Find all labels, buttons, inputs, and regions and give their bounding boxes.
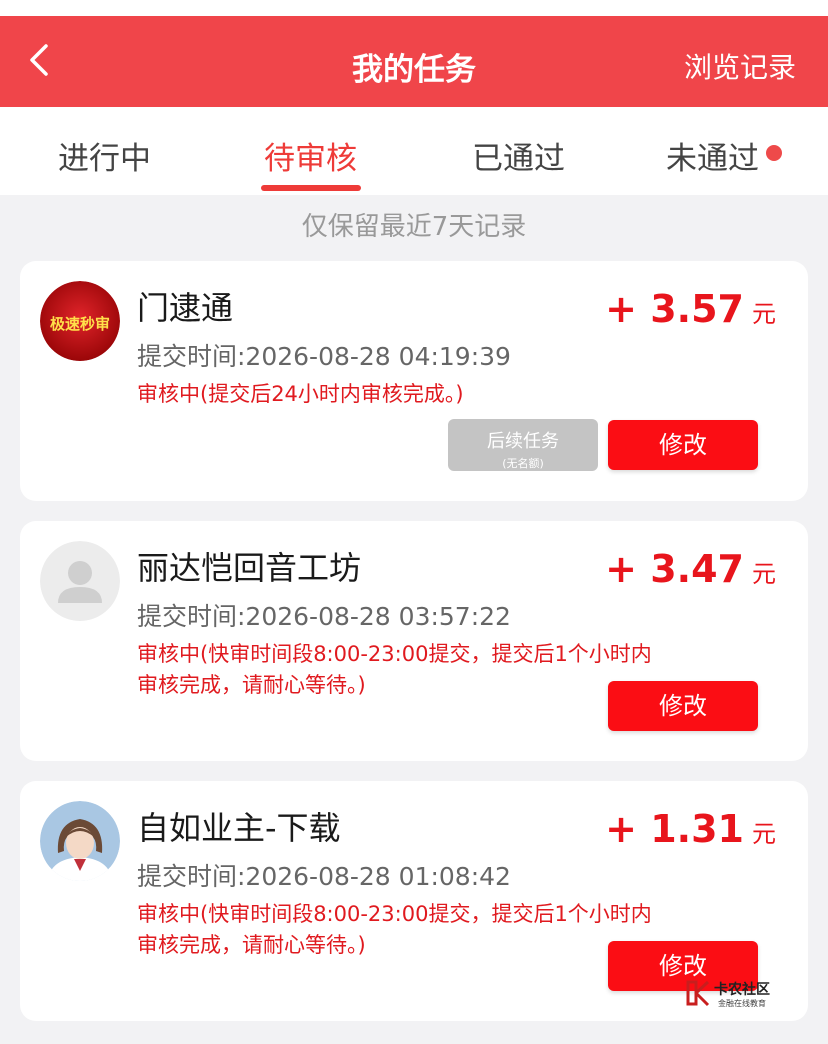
task-name: 丽达恺回音工坊 bbox=[137, 549, 362, 587]
watermark-logo: 卡农社区 金融在线教育 bbox=[686, 978, 786, 1012]
user-photo-avatar-icon bbox=[40, 801, 120, 881]
review-status: 审核中(提交后24小时内审核完成。) bbox=[137, 382, 464, 406]
reward-amount: + 3.57 元 bbox=[605, 287, 776, 331]
submit-time: 提交时间:2026-08-28 03:57:22 bbox=[137, 602, 511, 631]
browse-history-link[interactable]: 浏览记录 bbox=[684, 46, 796, 86]
tab-in-progress[interactable]: 进行中 bbox=[58, 133, 151, 178]
watermark-title: 卡农社区 bbox=[714, 982, 770, 998]
reward-value: + 3.47 bbox=[605, 547, 744, 591]
task-card[interactable]: 丽达恺回音工坊 + 3.47 元 提交时间:2026-08-28 03:57:22… bbox=[20, 521, 808, 761]
review-status: 审核中(快审时间段8:00-23:00提交，提交后1个小时内审核完成，请耐心等待… bbox=[137, 642, 652, 697]
watermark-subtitle: 金融在线教育 bbox=[718, 999, 766, 1008]
reward-amount: + 3.47 元 bbox=[605, 547, 776, 591]
tab-rejected[interactable]: 未通过 bbox=[666, 133, 759, 178]
unread-dot bbox=[766, 145, 782, 161]
reward-unit: 元 bbox=[752, 820, 776, 848]
submit-time: 提交时间:2026-08-28 01:08:42 bbox=[137, 862, 511, 891]
active-tab-indicator bbox=[261, 185, 361, 191]
back-arrow-icon[interactable] bbox=[22, 40, 62, 80]
tab-bar: 进行中 待审核 已通过 未通过 bbox=[0, 107, 828, 195]
follow-up-sublabel: (无名额) bbox=[502, 457, 544, 470]
tab-pending-review[interactable]: 待审核 bbox=[264, 133, 357, 178]
task-card[interactable]: 极速秒审 门逮通 + 3.57 元 提交时间:2026-08-28 04:19:3… bbox=[20, 261, 808, 501]
default-avatar-icon bbox=[40, 541, 120, 621]
app-header: 我的任务 浏览记录 bbox=[0, 16, 828, 107]
task-logo-icon: 极速秒审 bbox=[40, 281, 120, 361]
reward-value: + 1.31 bbox=[605, 807, 744, 851]
reward-amount: + 1.31 元 bbox=[605, 807, 776, 851]
status-bar bbox=[0, 0, 828, 16]
follow-up-label: 后续任务 bbox=[487, 431, 559, 452]
reward-unit: 元 bbox=[752, 560, 776, 588]
task-logo-label: 极速秒审 bbox=[50, 315, 110, 333]
submit-time: 提交时间:2026-08-28 04:19:39 bbox=[137, 342, 511, 371]
retention-notice: 仅保留最近7天记录 bbox=[301, 212, 527, 242]
reward-value: + 3.57 bbox=[605, 287, 744, 331]
review-status: 审核中(快审时间段8:00-23:00提交，提交后1个小时内审核完成，请耐心等待… bbox=[137, 902, 652, 957]
edit-button[interactable]: 修改 bbox=[608, 681, 758, 731]
follow-up-task-button[interactable]: 后续任务 (无名额) bbox=[448, 419, 598, 471]
task-name: 自如业主-下载 bbox=[137, 809, 341, 847]
task-name: 门逮通 bbox=[137, 289, 234, 327]
reward-unit: 元 bbox=[752, 300, 776, 328]
watermark-icon bbox=[686, 980, 710, 1007]
tab-approved[interactable]: 已通过 bbox=[472, 133, 565, 178]
edit-button[interactable]: 修改 bbox=[608, 420, 758, 470]
